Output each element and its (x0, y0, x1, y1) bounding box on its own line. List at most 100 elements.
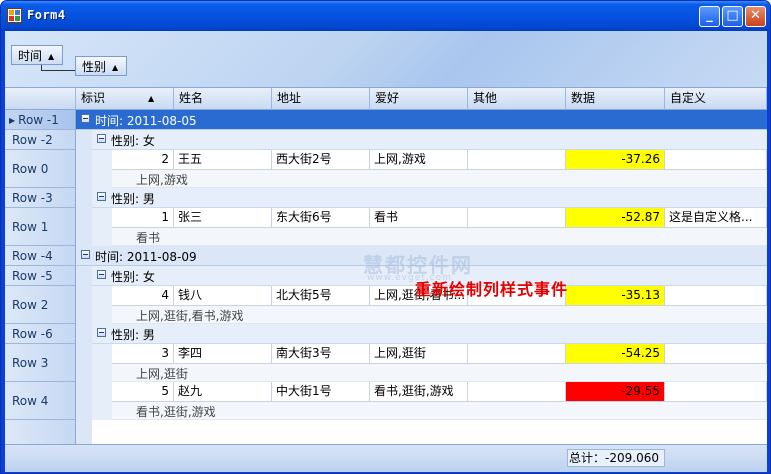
form-window: Form4 _ □ ✕ 时间 ▲ 性别 ▲ 标识 ▲ 姓名 地址 爱好 其他 数据 (0, 0, 771, 474)
cell-data[interactable]: -54.25 (566, 344, 665, 364)
row-header-label: Row -5 (12, 269, 53, 283)
group-label: 性别: 女 (111, 270, 155, 284)
row-header-label: Row 3 (12, 356, 49, 370)
row-header[interactable]: Row 3 (5, 344, 76, 382)
row-header[interactable]: Row -4 (5, 246, 76, 266)
table-row[interactable]: 2 王五 西大街2号 上网,游戏 -37.26 (76, 150, 767, 170)
group-label: 性别: 男 (111, 192, 155, 206)
row-header[interactable]: Row -3 (5, 188, 76, 208)
cell-custom[interactable] (665, 150, 767, 170)
total-summary: 总计：-209.060 (567, 449, 665, 467)
table-row[interactable]: 1 张三 东大街6号 看书 -52.87 这是自定义格... (76, 208, 767, 228)
group-label: 性别: 女 (111, 134, 155, 148)
cell-hobby[interactable]: 上网,游戏 (370, 150, 468, 170)
subgroup-row[interactable]: 性别: 男 (92, 324, 767, 344)
close-button[interactable]: ✕ (745, 6, 766, 27)
cell-name[interactable]: 王五 (174, 150, 272, 170)
cell-hobby[interactable]: 看书 (370, 208, 468, 228)
cell-data[interactable]: -29.55 (566, 382, 665, 402)
cell-custom[interactable] (665, 286, 767, 306)
column-header-data[interactable]: 数据 (566, 88, 665, 110)
row-header[interactable]: ▶ Row -1 (5, 110, 76, 130)
row-header[interactable]: Row -5 (5, 266, 76, 286)
cell-hobby[interactable]: 看书,逛街,游戏 (370, 382, 468, 402)
row-header[interactable]: Row 0 (5, 150, 76, 188)
minimize-button[interactable]: _ (699, 6, 720, 27)
caption-text: 重新绘制列样式事件 (415, 280, 569, 299)
group-chip-gender[interactable]: 性别 ▲ (75, 56, 128, 76)
collapse-icon[interactable] (97, 270, 106, 279)
column-header-custom[interactable]: 自定义 (665, 88, 767, 110)
subgroup-row[interactable]: 性别: 男 (92, 188, 767, 208)
column-header-other[interactable]: 其他 (468, 88, 566, 110)
column-header-label: 地址 (277, 91, 302, 105)
row-header[interactable]: Row 2 (5, 286, 76, 324)
cell-address[interactable]: 北大街5号 (272, 286, 370, 306)
row-header[interactable]: Row -2 (5, 130, 76, 150)
close-icon: ✕ (750, 8, 761, 23)
collapse-icon[interactable] (81, 114, 90, 123)
cell-address[interactable]: 西大街2号 (272, 150, 370, 170)
cell-id[interactable]: 1 (112, 208, 174, 228)
cell-name[interactable]: 钱八 (174, 286, 272, 306)
title-bar[interactable]: Form4 _ □ ✕ (1, 1, 770, 31)
collapse-icon[interactable] (97, 328, 106, 337)
cell-id[interactable]: 3 (112, 344, 174, 364)
column-header-address[interactable]: 地址 (272, 88, 370, 110)
cell-name[interactable]: 李四 (174, 344, 272, 364)
row-header-label: Row 2 (12, 298, 49, 312)
row-header[interactable]: Row 4 (5, 382, 76, 420)
row-header[interactable]: Row -6 (5, 324, 76, 344)
table-row[interactable]: 5 赵九 中大街1号 看书,逛街,游戏 -29.55 (76, 382, 767, 402)
cell-data[interactable]: -35.13 (566, 286, 665, 306)
row-header-label: Row 1 (12, 220, 49, 234)
cell-name[interactable]: 张三 (174, 208, 272, 228)
client-area: 时间 ▲ 性别 ▲ 标识 ▲ 姓名 地址 爱好 其他 数据 自定义 ▶ Row -1 … (5, 31, 767, 472)
column-header-label: 数据 (571, 91, 596, 105)
cell-address[interactable]: 南大街3号 (272, 344, 370, 364)
maximize-button[interactable]: □ (722, 6, 743, 27)
group-label: 性别: 男 (111, 328, 155, 342)
group-label: 时间: 2011-08-05 (95, 114, 197, 128)
row-preview-text: 上网,游戏 (136, 173, 188, 187)
collapse-icon[interactable] (97, 192, 106, 201)
cell-id[interactable]: 2 (112, 150, 174, 170)
row-header-label: Row -6 (12, 327, 53, 341)
cell-custom[interactable] (665, 344, 767, 364)
column-header-label: 爱好 (375, 91, 400, 105)
column-header-id[interactable]: 标识 ▲ (76, 88, 174, 110)
row-preview: 上网,游戏 (112, 170, 767, 188)
cell-address[interactable]: 中大街1号 (272, 382, 370, 402)
column-header-hobby[interactable]: 爱好 (370, 88, 468, 110)
table-row[interactable]: 3 李四 南大街3号 上网,逛街 -54.25 (76, 344, 767, 364)
cell-other[interactable] (468, 150, 566, 170)
cell-id[interactable]: 5 (112, 382, 174, 402)
cell-other[interactable] (468, 382, 566, 402)
group-row[interactable]: 时间: 2011-08-05 (76, 110, 767, 130)
cell-other[interactable] (468, 344, 566, 364)
row-preview: 看书 (112, 228, 767, 246)
cell-hobby[interactable]: 上网,逛街 (370, 344, 468, 364)
minimize-icon: _ (706, 8, 713, 23)
subgroup-row[interactable]: 性别: 女 (92, 130, 767, 150)
row-header-label: Row 0 (12, 162, 49, 176)
cell-name[interactable]: 赵九 (174, 382, 272, 402)
cell-data[interactable]: -37.26 (566, 150, 665, 170)
collapse-icon[interactable] (97, 134, 106, 143)
column-header-name[interactable]: 姓名 (174, 88, 272, 110)
cell-other[interactable] (468, 208, 566, 228)
row-preview: 上网,逛街 (112, 364, 767, 382)
row-header-label: Row -2 (12, 133, 53, 147)
group-label: 时间: 2011-08-09 (95, 250, 197, 264)
cell-custom[interactable] (665, 382, 767, 402)
app-icon[interactable] (7, 8, 22, 23)
group-chip-time[interactable]: 时间 ▲ (11, 45, 64, 65)
cell-data[interactable]: -52.87 (566, 208, 665, 228)
row-preview-text: 看书 (136, 231, 161, 245)
cell-id[interactable]: 4 (112, 286, 174, 306)
cell-address[interactable]: 东大街6号 (272, 208, 370, 228)
row-header[interactable]: Row 1 (5, 208, 76, 246)
collapse-icon[interactable] (81, 250, 90, 259)
row-header-label: Row 4 (12, 394, 49, 408)
cell-custom[interactable]: 这是自定义格... (665, 208, 767, 228)
